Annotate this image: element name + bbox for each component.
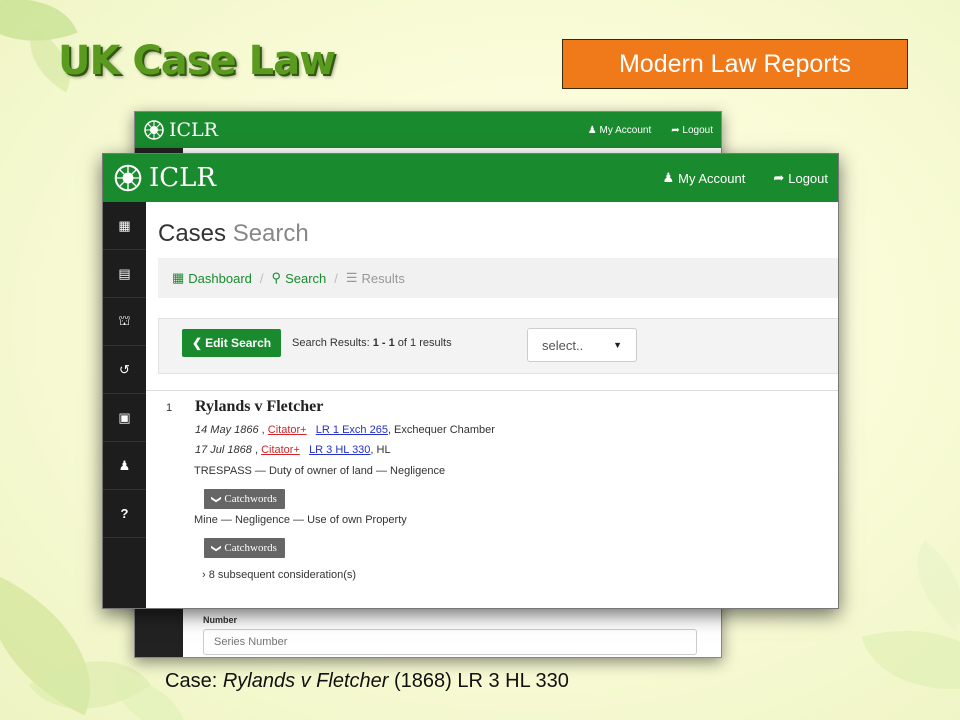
user-icon: ♟ (118, 457, 131, 473)
citation-date: 17 Jul 1868 (195, 444, 252, 456)
chevron-left-icon: ❮ (192, 336, 203, 350)
help-icon: ? (120, 506, 129, 521)
breadcrumb-separator: / (334, 270, 338, 286)
citation-sep: , (258, 424, 268, 436)
subject-line: TRESPASS — Duty of owner of land — Negli… (194, 465, 446, 477)
results-of: of (394, 337, 411, 349)
sort-select-value: select.. (542, 337, 584, 353)
search-results-bar: ❮ Edit Search Search Results: 1 - 1 of 1… (158, 318, 838, 374)
bank-icon: ⛫ (118, 312, 131, 328)
citation-court: , HL (370, 444, 391, 456)
sidebar-item-briefcase[interactable]: ▣ (103, 394, 146, 442)
citation-line: 14 May 1866 , Citator+ LR 1 Exch 265, Ex… (195, 424, 495, 436)
breadcrumb-dashboard-label: Dashboard (188, 270, 252, 286)
logout-icon: ➦ (773, 170, 785, 185)
iclr-crest-icon (114, 164, 142, 192)
citation-court: , Exchequer Chamber (387, 424, 495, 436)
dashboard-icon: ▦ (172, 270, 185, 285)
breadcrumb-search[interactable]: ⚲ Search (272, 270, 327, 286)
leaf-decoration (893, 540, 960, 630)
result-number: 1 (166, 402, 173, 414)
catchwords-button[interactable]: ❯ Catchwords (204, 538, 285, 558)
catchwords-button[interactable]: ❯ Catchwords (204, 489, 285, 509)
results-range: 1 - 1 (372, 337, 395, 349)
citation-date: 14 May 1866 (195, 424, 259, 436)
breadcrumb-results-label: Results (361, 270, 405, 286)
catchwords-label: Catchwords (224, 542, 277, 554)
breadcrumb-search-label: Search (285, 270, 327, 286)
back-my-account-link[interactable]: ♟ My Account (588, 125, 651, 136)
number-label: Number (203, 615, 238, 625)
citator-link[interactable]: Citator+ (268, 424, 307, 436)
logout-label: Logout (788, 170, 828, 186)
page-title: Cases Search (158, 220, 309, 248)
catchwords-label: Catchwords (224, 493, 277, 505)
front-logo[interactable]: ICLR (113, 163, 216, 193)
my-account-label: My Account (678, 170, 746, 186)
breadcrumb: ▦ Dashboard / ⚲ Search / ☰ Results (158, 258, 838, 298)
citation-line: 17 Jul 1868 , Citator+ LR 3 HL 330, HL (195, 444, 391, 456)
case-name-link[interactable]: Rylands v Fletcher (195, 398, 323, 416)
results-count: Search Results: 1 - 1 of 1 results (292, 337, 452, 349)
breadcrumb-separator: / (259, 270, 264, 286)
logout-link[interactable]: ➦ Logout (773, 170, 828, 186)
slide-title: UK Case Law (58, 38, 336, 84)
series-number-input[interactable] (203, 629, 697, 655)
caret-down-icon: ▼ (613, 340, 622, 350)
sidebar-item-books[interactable]: ▤ (103, 250, 146, 298)
back-logo[interactable]: ICLR (143, 119, 218, 141)
search-icon: ⚲ (271, 270, 282, 285)
list-icon: ☰ (345, 270, 358, 285)
front-topbar: ICLR ♟ My Account ➦ Logout (103, 154, 838, 202)
back-my-account-label: My Account (599, 124, 652, 136)
user-icon: ♟ (662, 170, 675, 185)
citation-sep: , (251, 444, 262, 456)
subsequent-considerations-link[interactable]: › 8 subsequent consideration(s) (202, 569, 356, 581)
caption-suffix: (1868) LR 3 HL 330 (388, 670, 569, 692)
back-logout-label: Logout (682, 124, 713, 136)
modern-law-reports-badge: Modern Law Reports (562, 39, 908, 89)
results-suffix: results (416, 337, 452, 349)
sidebar-item-history[interactable]: ↺ (103, 346, 146, 394)
report-link[interactable]: LR 3 HL 330 (309, 444, 370, 456)
iclr-crest-icon (144, 120, 164, 140)
back-logout-link[interactable]: ➦ Logout (671, 125, 713, 136)
page-title-sub: Search (232, 220, 309, 247)
results-prefix: Search Results: (292, 337, 373, 349)
sidebar-item-institutions[interactable]: ⛫ (103, 298, 146, 346)
edit-search-button[interactable]: ❮ Edit Search (182, 329, 282, 357)
book-icon: ▤ (118, 265, 131, 281)
chevron-down-icon: ❯ (210, 543, 222, 553)
my-account-link[interactable]: ♟ My Account (662, 170, 745, 186)
front-window: ICLR ♟ My Account ➦ Logout ▦ ▤ ⛫ ↺ ▣ ♟ ?… (102, 153, 839, 609)
report-link[interactable]: LR 1 Exch 265 (316, 424, 388, 436)
citator-link[interactable]: Citator+ (261, 444, 300, 456)
page-title-main: Cases (158, 220, 227, 247)
breadcrumb-dashboard[interactable]: ▦ Dashboard (172, 270, 252, 286)
chevron-down-icon: ❯ (210, 494, 222, 504)
front-brand-text: ICLR (149, 163, 217, 193)
briefcase-icon: ▣ (118, 409, 131, 425)
history-icon: ↺ (119, 361, 130, 377)
main-content: Cases Search ▦ Dashboard / ⚲ Search / ☰ … (146, 202, 838, 608)
caption-case-name: Rylands v Fletcher (222, 670, 389, 692)
slide-caption: Case: Rylands v Fletcher (1868) LR 3 HL … (165, 670, 569, 693)
back-topbar: ICLR ♟ My Account ➦ Logout (135, 112, 721, 148)
sort-select[interactable]: select.. ▼ (527, 328, 637, 362)
edit-search-label: Edit Search (205, 336, 272, 350)
sidebar-item-user[interactable]: ♟ (103, 442, 146, 490)
caption-prefix: Case: (165, 670, 223, 692)
subject-line: Mine — Negligence — Use of own Property (194, 514, 407, 526)
sidebar-item-help[interactable]: ? (103, 490, 146, 538)
divider (146, 390, 838, 391)
breadcrumb-results: ☰ Results (346, 270, 405, 286)
sidebar-item-dashboard[interactable]: ▦ (103, 202, 146, 250)
sidebar: ▦ ▤ ⛫ ↺ ▣ ♟ ? (103, 202, 146, 608)
back-brand-text: ICLR (169, 119, 218, 141)
dashboard-icon: ▦ (118, 217, 131, 233)
